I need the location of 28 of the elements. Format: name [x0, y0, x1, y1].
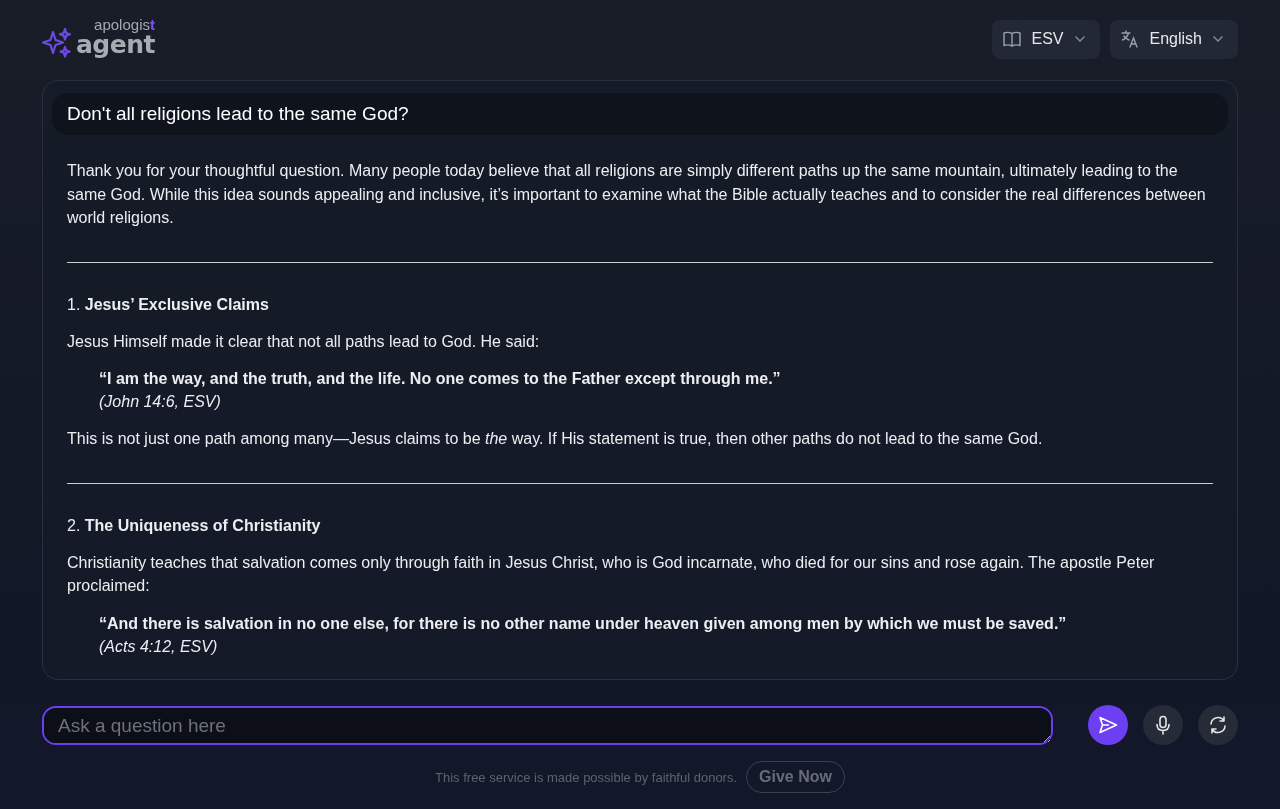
question-input[interactable]: Ask a question here	[42, 705, 1053, 745]
answer-paragraph: Thank you for your thoughtful question. Many people today believe that all religions are simply different paths up the same mountain, ultimately leading to the same God. While this idea sounds appealing and inclusive, it’s important to examine what the Bible actually teaches and to consider the real differences between world religions.	[67, 161, 1207, 228]
book-icon	[1001, 29, 1022, 49]
send-button[interactable]	[1088, 705, 1128, 745]
answer-paragraph: Jesus Himself made it clear that not all paths lead to God. He said:	[67, 331, 541, 352]
language-dropdown[interactable]: English	[1109, 19, 1238, 59]
section-heading: 1. Jesus’ Exclusive Claims	[67, 294, 270, 315]
answer-paragraph: Christianity teaches that salvation comes only through faith in Jesus Christ, who is God incarnate, who died for our sins and rose again. The apostle Peter proclaimed:	[67, 552, 1156, 596]
question-text: Don't all religions lead to the same God?	[67, 103, 409, 124]
logo-text-top: apologis	[94, 15, 150, 33]
chevron-down-icon	[1073, 35, 1086, 43]
scripture-reference: (John 14:6, ESV)	[99, 392, 222, 412]
sparkle-icon	[42, 25, 74, 58]
logo-cross-letter: t	[150, 15, 155, 33]
section-heading: 2. The Uniqueness of Christianity	[67, 515, 322, 536]
answer-paragraph: This is not just one path among many—Jesus claims to be the way. If His statement is true, then other paths do not lead to the same God.	[67, 429, 1044, 449]
translate-icon	[1119, 29, 1140, 49]
send-icon	[1098, 715, 1118, 735]
refresh-button[interactable]	[1198, 705, 1238, 745]
microphone-button[interactable]	[1143, 705, 1183, 745]
refresh-icon	[1208, 715, 1228, 735]
bible-version-dropdown[interactable]: ESV	[991, 19, 1100, 59]
chevron-down-icon	[1212, 35, 1224, 43]
scripture-reference: (Acts 4:12, ESV)	[99, 636, 219, 657]
footer-text: This free service is made possible by faithful donors.	[435, 769, 738, 785]
microphone-icon	[1153, 715, 1173, 735]
scripture-quote: “And there is salvation in no one else, for there is no other name under heaven given among men by which we must be saved.”	[99, 613, 1068, 634]
scripture-quote: “I am the way, and the truth, and the life. No one comes to the Father except through me.”	[99, 369, 782, 389]
